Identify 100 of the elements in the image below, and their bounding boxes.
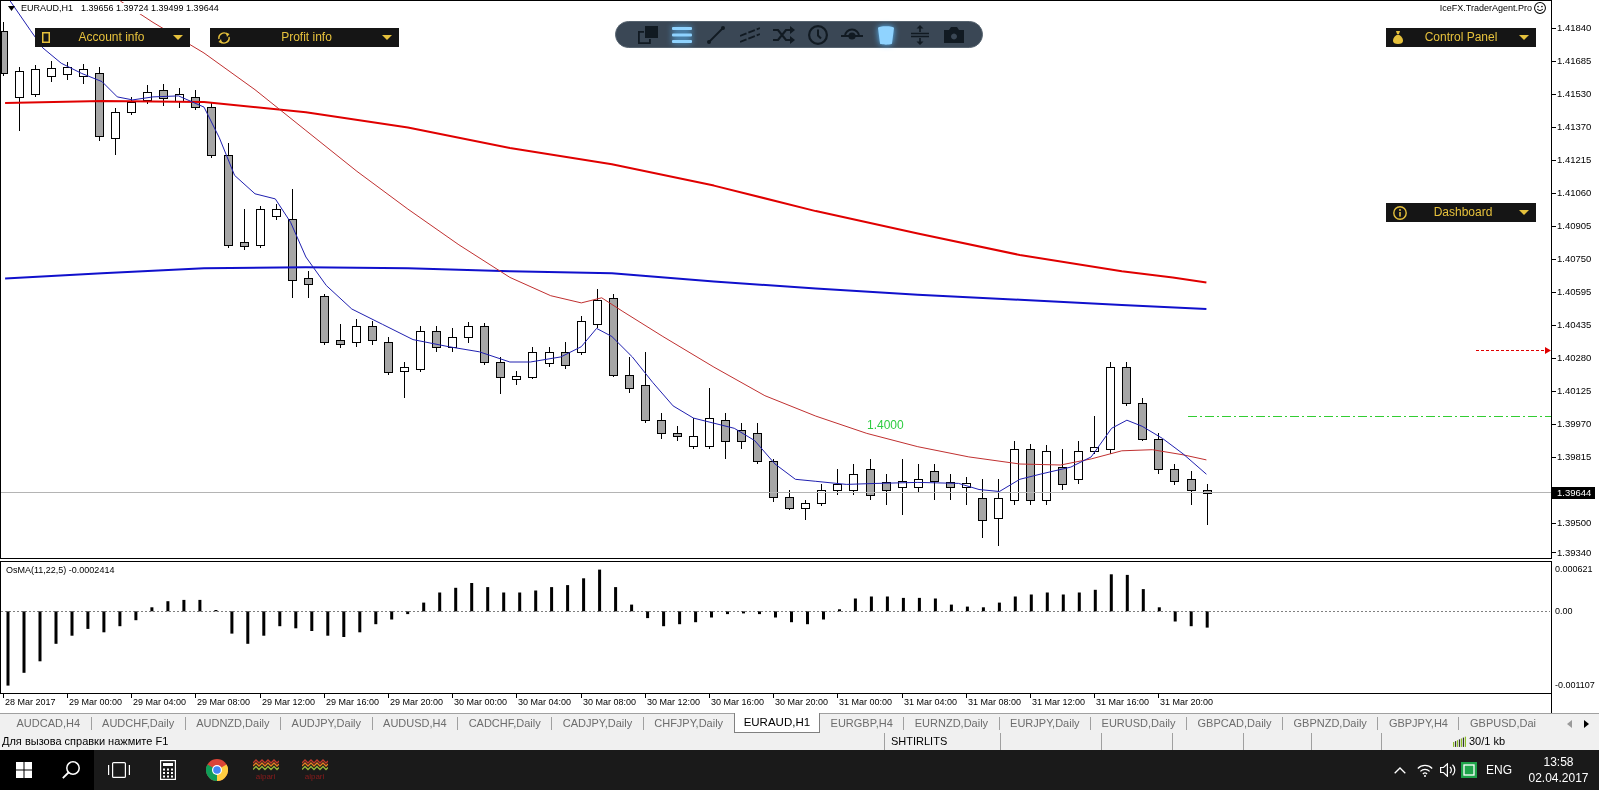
symbol-tab[interactable]: CHFJPY,Daily bbox=[643, 714, 734, 733]
symbol-tab[interactable]: GBPJPY,H4 bbox=[1378, 714, 1459, 733]
symbol-tab[interactable]: CADCHF,Daily bbox=[458, 714, 552, 733]
time-label: 29 Mar 20:00 bbox=[390, 697, 444, 708]
dropdown-button[interactable]: Dashboard bbox=[1386, 203, 1536, 222]
symbol-tab[interactable]: AUDNZD,Daily bbox=[185, 714, 281, 733]
histogram-bar bbox=[694, 611, 698, 623]
histogram-bar bbox=[102, 611, 106, 633]
histogram-bar bbox=[997, 602, 1001, 612]
candlestick bbox=[1187, 470, 1196, 506]
money-bag-icon bbox=[1393, 31, 1403, 44]
wifi-icon[interactable] bbox=[1417, 763, 1433, 777]
histogram-bar bbox=[1189, 611, 1193, 627]
calculator-icon[interactable] bbox=[159, 760, 176, 780]
histogram-bar bbox=[86, 611, 90, 629]
search-icon bbox=[62, 761, 80, 779]
chevron-up-icon[interactable] bbox=[1394, 766, 1406, 774]
task-view-icon[interactable] bbox=[107, 762, 130, 778]
start-button[interactable] bbox=[0, 750, 48, 790]
histogram-bar bbox=[1205, 611, 1209, 628]
profile-name: SHTIRLITS bbox=[891, 735, 948, 747]
search-button[interactable] bbox=[48, 750, 94, 790]
scroll-right-icon[interactable] bbox=[1584, 719, 1589, 728]
histogram-bar bbox=[326, 611, 330, 636]
histogram-bar bbox=[502, 592, 506, 612]
symbol-tab[interactable]: EURUSD,Daily bbox=[1091, 714, 1187, 733]
histogram-bar bbox=[150, 607, 154, 612]
time-label: 28 Mar 2017 bbox=[5, 697, 56, 708]
symbol-tab[interactable]: GBPNZD,Daily bbox=[1283, 714, 1378, 733]
time-label: 29 Mar 12:00 bbox=[262, 697, 316, 708]
histogram-bar bbox=[22, 611, 26, 673]
time-label: 31 Mar 16:00 bbox=[1096, 697, 1150, 708]
price-label: 1.40435 bbox=[1557, 319, 1592, 330]
symbol-tab[interactable]: GBPUSD,Dai bbox=[1459, 714, 1539, 733]
candlestick bbox=[256, 205, 265, 249]
symbol-tab[interactable]: AUDCHF,Daily bbox=[91, 714, 185, 733]
dropdown-button[interactable]: Control Panel bbox=[1386, 28, 1536, 47]
time-label: 29 Mar 04:00 bbox=[133, 697, 187, 708]
symbol-tab[interactable]: CADJPY,Daily bbox=[552, 714, 643, 733]
caret-down-icon[interactable] bbox=[8, 6, 15, 11]
histogram-bar bbox=[166, 601, 170, 612]
histogram-bar bbox=[790, 611, 793, 623]
menu-icon[interactable] bbox=[672, 26, 692, 43]
symbol-tab[interactable]: GBPCAD,Daily bbox=[1187, 714, 1283, 733]
tray-app-icon[interactable] bbox=[1461, 762, 1477, 778]
candlestick bbox=[240, 208, 249, 251]
histogram-bar bbox=[1061, 594, 1065, 612]
symbol-tab[interactable]: AUDUSD,H4 bbox=[372, 714, 458, 733]
histogram-bar bbox=[758, 611, 761, 615]
candlestick bbox=[1090, 415, 1099, 455]
caret-down-icon bbox=[173, 35, 183, 40]
price-label: 1.41215 bbox=[1557, 154, 1592, 165]
candlestick bbox=[1010, 440, 1019, 506]
candlestick bbox=[1026, 443, 1035, 506]
scroll-left-icon[interactable] bbox=[1567, 719, 1572, 728]
candlestick bbox=[914, 463, 923, 493]
language-indicator[interactable]: ENG bbox=[1486, 762, 1512, 778]
price-label: 1.40595 bbox=[1557, 286, 1592, 297]
time-label: 30 Mar 08:00 bbox=[583, 697, 637, 708]
candlestick bbox=[577, 315, 586, 356]
candlestick bbox=[785, 489, 794, 511]
price-label: 1.40125 bbox=[1557, 385, 1592, 396]
candlestick bbox=[143, 84, 152, 105]
symbol-tab[interactable]: EURGBP,H4 bbox=[820, 714, 904, 733]
candlestick bbox=[464, 321, 473, 344]
symbol-tab[interactable]: AUDJPY,Daily bbox=[281, 714, 372, 733]
symbol-tab[interactable]: EURAUD,H1 bbox=[733, 713, 821, 733]
symbol-tab[interactable]: EURNZD,Daily bbox=[904, 714, 999, 733]
candlestick bbox=[63, 61, 72, 81]
histogram-bar bbox=[422, 602, 426, 612]
axis-label: 0.00 bbox=[1555, 606, 1573, 617]
histogram-bar bbox=[262, 611, 266, 636]
candlestick bbox=[400, 361, 409, 399]
histogram-bar bbox=[1093, 589, 1097, 612]
candlestick bbox=[962, 476, 971, 506]
candlestick bbox=[1042, 444, 1051, 506]
trash-can-icon[interactable] bbox=[878, 24, 894, 45]
expert-name: IceFX.TraderAgent.Pro bbox=[1439, 2, 1532, 14]
histogram-bar bbox=[374, 611, 378, 625]
price-label: 1.41685 bbox=[1557, 55, 1592, 66]
traffic-counter: 30/1 kb bbox=[1469, 734, 1506, 749]
histogram-bar bbox=[869, 596, 873, 612]
candlestick bbox=[1170, 463, 1179, 486]
time-label: 31 Mar 12:00 bbox=[1032, 697, 1086, 708]
candlestick bbox=[175, 87, 184, 109]
symbol-tab[interactable]: EURJPY,Daily bbox=[999, 714, 1091, 733]
candlestick bbox=[866, 458, 875, 501]
histogram-bar bbox=[518, 592, 522, 612]
candlestick bbox=[817, 483, 826, 507]
histogram-bar bbox=[54, 611, 58, 644]
dropdown-button[interactable]: Account info bbox=[35, 28, 190, 47]
dropdown-button[interactable]: Profit info bbox=[210, 28, 399, 47]
candlestick bbox=[352, 318, 361, 348]
speaker-icon[interactable] bbox=[1440, 763, 1456, 777]
candlestick bbox=[512, 370, 521, 386]
browser-icon[interactable] bbox=[205, 759, 228, 781]
histogram-bar bbox=[646, 611, 650, 619]
candlestick bbox=[31, 64, 40, 98]
symbol-tab[interactable]: AUDCAD,H4 bbox=[6, 714, 91, 733]
price-label: 1.39340 bbox=[1557, 547, 1592, 558]
